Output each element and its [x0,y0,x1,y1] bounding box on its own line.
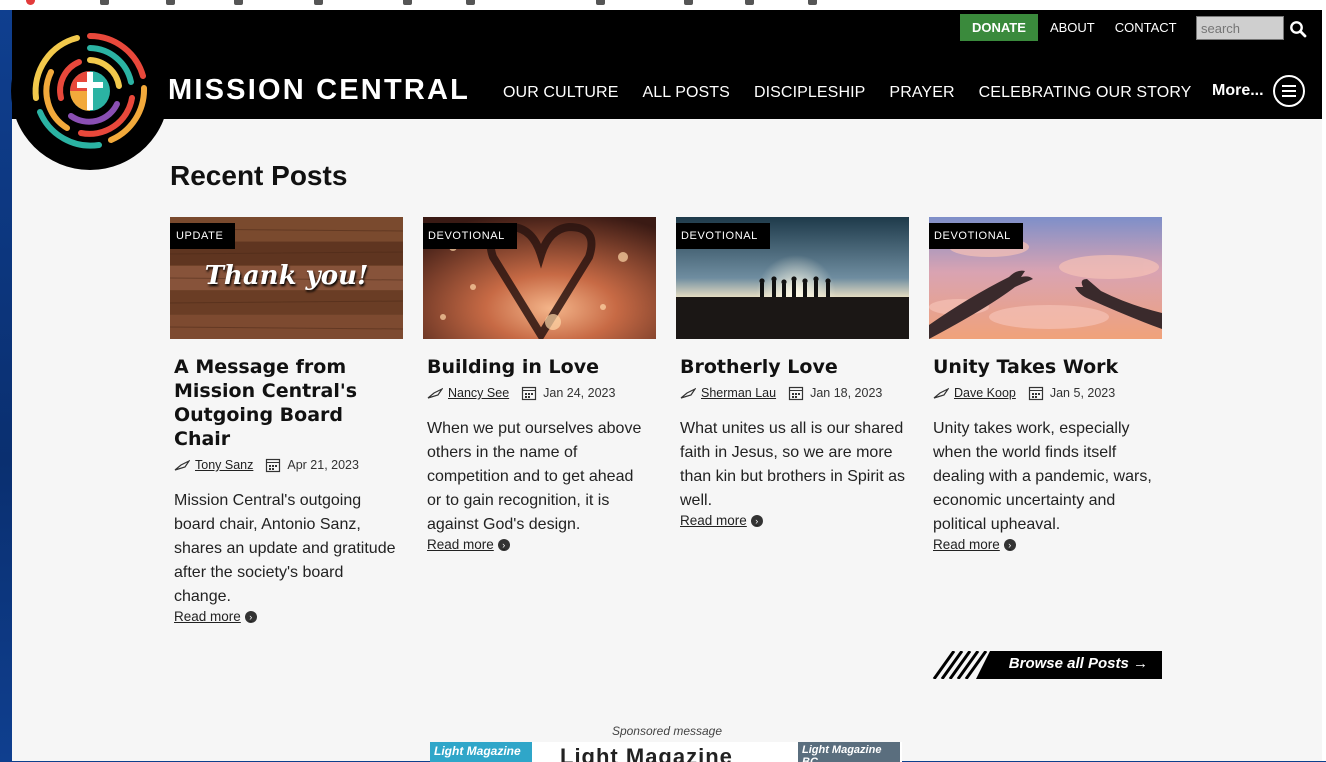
sponsored-ad-banner[interactable]: Light Magazine Light Magazine Light Maga… [430,742,902,762]
post-excerpt: Unity takes work, especially when the wo… [933,420,1152,533]
chevron-right-icon: › [1003,538,1016,551]
about-link[interactable]: ABOUT [1050,20,1095,35]
author-quill-icon [174,459,190,471]
page-left-gutter [0,10,12,761]
nav-all-posts[interactable]: ALL POSTS [642,84,729,102]
post-title[interactable]: Unity Takes Work [933,355,1158,379]
post-title[interactable]: Brotherly Love [680,355,905,379]
post-date: Apr 21, 2023 [287,458,359,472]
site-logo[interactable] [11,12,169,170]
bookmark-icon[interactable] [234,0,243,5]
post-card: DEVOTIONAL Building in Love Nancy See Ja… [423,217,656,552]
post-thumbnail[interactable]: DEVOTIONAL [676,217,909,339]
search-input[interactable] [1196,16,1284,40]
post-thumbnail[interactable]: Thank you! UPDATE [170,217,403,339]
calendar-icon [1028,386,1043,401]
main-nav: OUR CULTURE ALL POSTS DISCIPLESHIP PRAYE… [503,84,1215,102]
calendar-icon [522,386,537,401]
bookmark-icon[interactable] [100,0,109,5]
post-meta: Tony Sanz Apr 21, 2023 [174,457,403,473]
logo-icon [32,32,148,149]
post-thumbnail[interactable]: DEVOTIONAL [929,217,1162,339]
scrollbar-track[interactable] [1322,10,1326,761]
search-icon[interactable] [1289,20,1307,38]
post-card: Thank you! UPDATE A Message from Mission… [170,217,403,624]
donate-button[interactable]: DONATE [960,13,1038,41]
sponsored-label: Sponsored message [611,724,723,738]
read-more-link[interactable]: Read more › [174,609,403,624]
menu-icon [1272,75,1305,107]
bookmark-icon[interactable] [684,0,693,5]
utility-nav: DONATE ABOUT CONTACT [960,13,1189,41]
post-meta: Nancy See Jan 24, 2023 [427,385,656,401]
magazine-cover-right: Light Magazine BC [798,742,900,762]
page: DONATE ABOUT CONTACT OUR CULTURE ALL POS… [11,10,1322,762]
post-meta: Dave Koop Jan 5, 2023 [933,385,1162,401]
post-card: DEVOTIONAL Unity Takes Work Dave Koop Ja… [929,217,1162,552]
browse-all-posts-button[interactable]: Browse all Posts → [932,650,1162,680]
nav-prayer[interactable]: PRAYER [889,84,954,102]
post-title[interactable]: A Message from Mission Central's Outgoin… [174,355,399,451]
section-title: Recent Posts [170,160,348,191]
magazine-cover-left: Light Magazine [430,742,532,762]
post-author[interactable]: Sherman Lau [701,386,776,400]
post-date: Jan 18, 2023 [810,386,883,400]
chevron-right-icon: › [244,610,257,623]
post-excerpt: Mission Central's outgoing board chair, … [174,492,396,605]
nav-celebrating-our-story[interactable]: CELEBRATING OUR STORY [979,84,1192,102]
read-more-label: Read more [680,513,747,528]
bookmark-icon[interactable] [403,0,412,5]
read-more-label: Read more [933,537,1000,552]
author-quill-icon [680,387,696,399]
chevron-right-icon: › [750,514,763,527]
read-more-label: Read more [427,537,494,552]
magazine-cover-left-text: Light Magazine [434,744,521,758]
post-excerpt: What unites us all is our shared faith i… [680,420,906,509]
nav-our-culture[interactable]: OUR CULTURE [503,84,618,102]
bookmark-icon[interactable] [466,0,475,5]
site-brand[interactable]: MISSION CENTRAL [168,74,470,107]
post-author[interactable]: Tony Sanz [195,458,253,472]
browse-all-label: Browse all Posts → [1008,655,1148,672]
bookmark-icon[interactable] [596,0,605,5]
bookmark-icon[interactable] [314,0,323,5]
read-more-link[interactable]: Read more › [427,537,656,552]
read-more-link[interactable]: Read more › [680,513,909,528]
bookmark-icon[interactable] [745,0,754,5]
category-badge[interactable]: UPDATE [170,223,236,249]
post-author[interactable]: Dave Koop [954,386,1016,400]
chevron-right-icon: › [497,538,510,551]
read-more-label: Read more [174,609,241,624]
post-card: DEVOTIONAL Brotherly Love Sherman Lau Ja… [676,217,909,528]
read-more-link[interactable]: Read more › [933,537,1162,552]
magazine-cover-right-text: Light Magazine BC [802,744,882,762]
image-caption: Thank you! [204,261,369,291]
post-thumbnail[interactable]: DEVOTIONAL [423,217,656,339]
author-quill-icon [933,387,949,399]
category-badge[interactable]: DEVOTIONAL [423,223,517,249]
nav-discipleship[interactable]: DISCIPLESHIP [754,84,865,102]
calendar-icon [266,458,281,473]
category-badge[interactable]: DEVOTIONAL [676,223,770,249]
author-quill-icon [427,387,443,399]
contact-link[interactable]: CONTACT [1115,20,1177,35]
post-meta: Sherman Lau Jan 18, 2023 [680,385,909,401]
post-excerpt: When we put ourselves above others in th… [427,420,642,533]
post-date: Jan 24, 2023 [543,386,616,400]
more-menu-button[interactable]: More... [1212,74,1306,108]
ad-title: Light Magazine [560,744,733,762]
post-author[interactable]: Nancy See [448,386,509,400]
bookmark-icon[interactable] [26,0,35,5]
category-badge[interactable]: DEVOTIONAL [929,223,1023,249]
bookmark-icon[interactable] [808,0,817,5]
more-label: More... [1212,82,1264,99]
post-date: Jan 5, 2023 [1049,386,1116,400]
post-title[interactable]: Building in Love [427,355,652,379]
calendar-icon [788,386,804,401]
site-header: DONATE ABOUT CONTACT OUR CULTURE ALL POS… [12,10,1322,119]
bookmark-icon[interactable] [166,0,175,5]
